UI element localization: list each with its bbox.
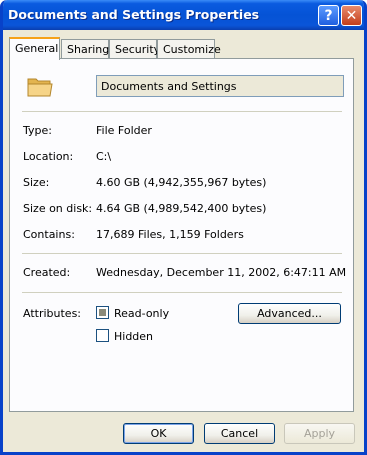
contains-label: Contains: xyxy=(23,228,75,241)
advanced-button[interactable]: Advanced... xyxy=(238,303,341,324)
separator xyxy=(22,111,342,112)
close-button[interactable]: ✕ xyxy=(341,5,362,26)
folder-icon xyxy=(27,78,53,97)
separator xyxy=(22,292,342,293)
tab-general[interactable]: General xyxy=(9,37,60,60)
apply-button[interactable]: Apply xyxy=(284,423,355,444)
tab-sharing[interactable]: Sharing xyxy=(61,39,109,58)
ok-button[interactable]: OK xyxy=(123,423,194,444)
location-label: Location: xyxy=(23,150,74,163)
contains-value: 17,689 Files, 1,159 Folders xyxy=(96,228,244,241)
location-value: C:\ xyxy=(96,150,112,163)
size-on-disk-value: 4.64 GB (4,989,542,400 bytes) xyxy=(96,202,267,215)
help-button[interactable]: ? xyxy=(318,5,339,26)
type-value: File Folder xyxy=(96,124,152,137)
size-label: Size: xyxy=(23,176,50,189)
tab-customize[interactable]: Customize xyxy=(157,39,221,58)
readonly-checkbox[interactable] xyxy=(96,306,109,319)
attributes-label: Attributes: xyxy=(23,307,82,320)
hidden-label[interactable]: Hidden xyxy=(114,330,153,343)
help-icon: ? xyxy=(324,7,333,24)
window-title: Documents and Settings Properties xyxy=(8,7,260,22)
created-label: Created: xyxy=(23,266,71,279)
hidden-checkbox[interactable] xyxy=(96,329,109,342)
folder-name-field[interactable]: Documents and Settings xyxy=(96,75,344,97)
tab-security[interactable]: Security xyxy=(109,39,160,58)
created-value: Wednesday, December 11, 2002, 6:47:11 AM xyxy=(96,266,347,279)
size-on-disk-label: Size on disk: xyxy=(23,202,93,215)
cancel-button[interactable]: Cancel xyxy=(204,423,275,444)
readonly-label[interactable]: Read-only xyxy=(114,307,169,320)
title-bar[interactable]: Documents and Settings Properties ? ✕ xyxy=(3,0,364,30)
separator xyxy=(22,253,342,254)
type-label: Type: xyxy=(23,124,52,137)
close-icon: ✕ xyxy=(345,7,358,24)
size-value: 4.60 GB (4,942,355,967 bytes) xyxy=(96,176,267,189)
